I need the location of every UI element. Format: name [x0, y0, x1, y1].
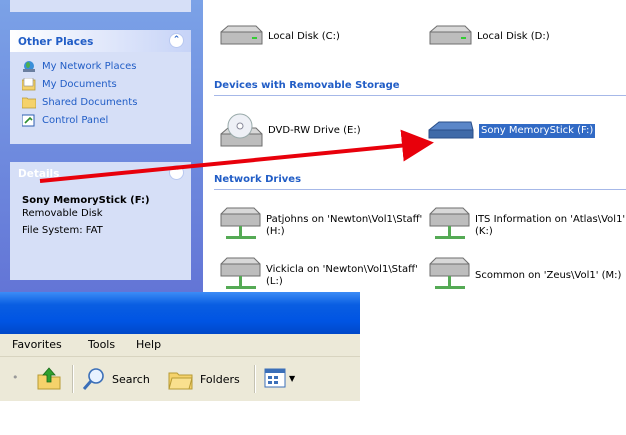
- annotation-arrow: [39, 129, 434, 183]
